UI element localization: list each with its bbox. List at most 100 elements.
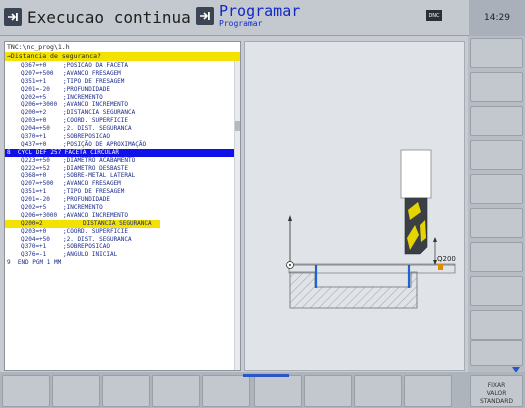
line-comment: ;TIPO DE FRESAGEM [63, 77, 125, 85]
line-comment: ;POSIÇÃO DE APROXIMAÇÃO [63, 140, 147, 148]
bottom-softkey-bar: FIXAR VALOR STANDARD [0, 372, 525, 408]
mode-programming-subtitle: Programar [219, 19, 263, 28]
program-path: TNC:\nc_prog\1.h [7, 43, 70, 51]
softkey-8[interactable] [354, 375, 402, 407]
right-softkey-7[interactable] [470, 242, 523, 272]
mode-execution[interactable]: Execucao continua [4, 4, 191, 30]
line-comment: ;SOBRE-METAL LATERAL [63, 172, 136, 180]
program-line[interactable]: Q367=+0 ;POSICAO DA FACETA [5, 62, 240, 70]
program-editor[interactable]: TNC:\nc_prog\1.h →Distancia de seguranca… [4, 41, 241, 371]
line-comment: ;ANGULO INICIAL [63, 251, 118, 259]
right-softkey-2[interactable] [470, 72, 523, 102]
softkey-4[interactable] [152, 375, 200, 407]
selected-program-line[interactable]: Q200=2 DISTANCIA SEGURANCA [5, 219, 240, 228]
line-comment: ;AVANCO INCREMENTO [63, 211, 129, 219]
mode-programming-title: Programar [219, 2, 301, 20]
line-code: Q376=-1 [21, 251, 47, 259]
line-comment: ;INCREMENTO [63, 204, 103, 212]
line-code: Q207=+500 [21, 69, 54, 77]
line-comment: ;AVANCO INCREMENTO [63, 101, 129, 109]
right-softkey-1[interactable] [470, 38, 523, 68]
line-code: Q203=+0 [21, 117, 47, 125]
line-code: Q203=+0 [21, 227, 47, 235]
right-softkey-10[interactable] [470, 340, 523, 366]
line-code: Q202=+5 [21, 93, 47, 101]
tool-holder [400, 149, 432, 199]
program-line[interactable]: Q201=-20 ;PROFUNDIDADE [5, 196, 240, 204]
cycle-def-line[interactable]: 8 CYCL DEF 257 FACETA CIRCULAR [5, 148, 240, 157]
line-comment: ;DISTANCIA SEGURANCA [63, 109, 136, 117]
fixar-label-3: STANDARD [479, 398, 513, 405]
input-prompt: →Distancia de seguranca? [5, 52, 240, 61]
program-line[interactable]: Q203=+0 ;COORD. SUPERFICIE [5, 117, 240, 125]
program-line[interactable]: Q202=+5 ;INCREMENTO [5, 204, 240, 212]
line-code: Q351=+1 [21, 188, 47, 196]
program-line[interactable]: Q207=+500 ;AVANCO FRESAGEM [5, 70, 240, 78]
program-line[interactable]: Q370=+1 ;SOBREPOSICAO [5, 133, 240, 141]
end-program-line[interactable]: 9 END PGM 1 MM [5, 259, 240, 267]
execution-mode-icon [4, 8, 22, 26]
line-code: Q204=+50 [21, 235, 50, 243]
clock: 14:29 [469, 0, 525, 36]
softkey-9[interactable] [404, 375, 452, 407]
softkey-6[interactable] [254, 375, 302, 407]
program-line[interactable]: Q202=+5 ;INCREMENTO [5, 94, 240, 102]
line-code: Q370=+1 [21, 133, 47, 141]
line-comment: ;INCREMENTO [63, 93, 103, 101]
softkey-level-indicator [243, 374, 289, 377]
q200-label: Q200 [437, 255, 456, 263]
fixar-valor-standard-button[interactable]: FIXAR VALOR STANDARD [470, 375, 523, 407]
mode-programming[interactable]: Programar Programar [196, 4, 300, 30]
scrollbar-thumb[interactable] [235, 121, 240, 131]
softkey-1[interactable] [2, 375, 50, 407]
program-line[interactable]: Q223=+50 ;DIAMETRO ACABAMENTO [5, 157, 240, 165]
program-lines: Q367=+0 ;POSICAO DA FACETA Q207=+500 ;AVANC… [5, 61, 240, 267]
right-softkey-9[interactable] [470, 310, 523, 340]
program-line[interactable]: Q204=+50 ;2. DIST. SEGURANCA [5, 125, 240, 133]
program-line[interactable]: Q437=+0 ;POSIÇÃO DE APROXIMAÇÃO [5, 141, 240, 149]
line-comment: ;COORD. SUPERFICIE [63, 117, 129, 125]
right-softkey-5[interactable] [470, 174, 523, 204]
right-softkey-3[interactable] [470, 106, 523, 136]
line-comment: ;2. DIST. SEGURANCA [63, 125, 132, 133]
line-code: Q201=-20 [21, 196, 50, 204]
line-code: Q204=+50 [21, 125, 50, 133]
program-line[interactable]: Q200=+2 ;DISTANCIA SEGURANCA [5, 109, 240, 117]
program-line[interactable]: Q207=+500 ;AVANCO FRESAGEM [5, 180, 240, 188]
program-line[interactable]: Q368=+0 ;SOBRE-METAL LATERAL [5, 172, 240, 180]
line-comment: ;SOBREPOSICAO [63, 243, 110, 251]
program-line[interactable]: Q206=+3000 ;AVANCO INCREMENTO [5, 101, 240, 109]
softkey-3[interactable] [102, 375, 150, 407]
fixar-label-1: FIXAR [487, 382, 506, 389]
program-line[interactable]: Q376=-1 ;ANGULO INICIAL [5, 251, 240, 259]
program-line[interactable]: Q351=+1 ;TIPO DE FRESAGEM [5, 188, 240, 196]
right-softkey-6[interactable] [470, 208, 523, 238]
right-softkey-4[interactable] [470, 140, 523, 170]
dnc-icon: DNC [426, 10, 442, 21]
program-line[interactable]: Q206=+3000 ;AVANCO INCREMENTO [5, 212, 240, 220]
line-code: Q223=+50 [21, 156, 50, 164]
line-code: Q367=+0 [21, 62, 47, 69]
help-graphic-svg: Q200 [286, 149, 456, 309]
program-line[interactable]: Q201=-20 ;PROFUNDIDADE [5, 86, 240, 94]
line-code: Q370=+1 [21, 243, 47, 251]
program-line[interactable]: Q203=+0 ;COORD. SUPERFICIE [5, 228, 240, 236]
mode-execution-title: Execucao continua [27, 7, 191, 27]
program-line[interactable]: Q204=+50 ;2. DIST. SEGURANCA [5, 236, 240, 244]
softkey-2[interactable] [52, 375, 100, 407]
line-comment: ;AVANCO FRESAGEM [63, 180, 121, 188]
softkey-5[interactable] [202, 375, 250, 407]
softkey-7[interactable] [304, 375, 352, 407]
header-bar: Execucao continua Programar Programar DN… [0, 0, 525, 36]
line-code: Q351=+1 [21, 77, 47, 85]
program-line[interactable]: Q222=+52 ;DIAMETRO DESBASTE [5, 165, 240, 173]
program-line[interactable]: Q351=+1 ;TIPO DE FRESAGEM [5, 78, 240, 86]
line-code: 8 CYCL DEF 257 FACETA CIRCULAR [7, 148, 119, 156]
line-code: 9 END PGM 1 MM [7, 259, 62, 267]
program-line[interactable]: Q370=+1 ;SOBREPOSICAO [5, 243, 240, 251]
line-code: Q200=2 [5, 219, 63, 228]
line-comment: ;2. DIST. SEGURANCA [63, 235, 132, 243]
line-comment: ;PROFUNDIDADE [63, 196, 110, 204]
program-scrollbar[interactable] [234, 61, 240, 370]
right-softkey-8[interactable] [470, 276, 523, 306]
